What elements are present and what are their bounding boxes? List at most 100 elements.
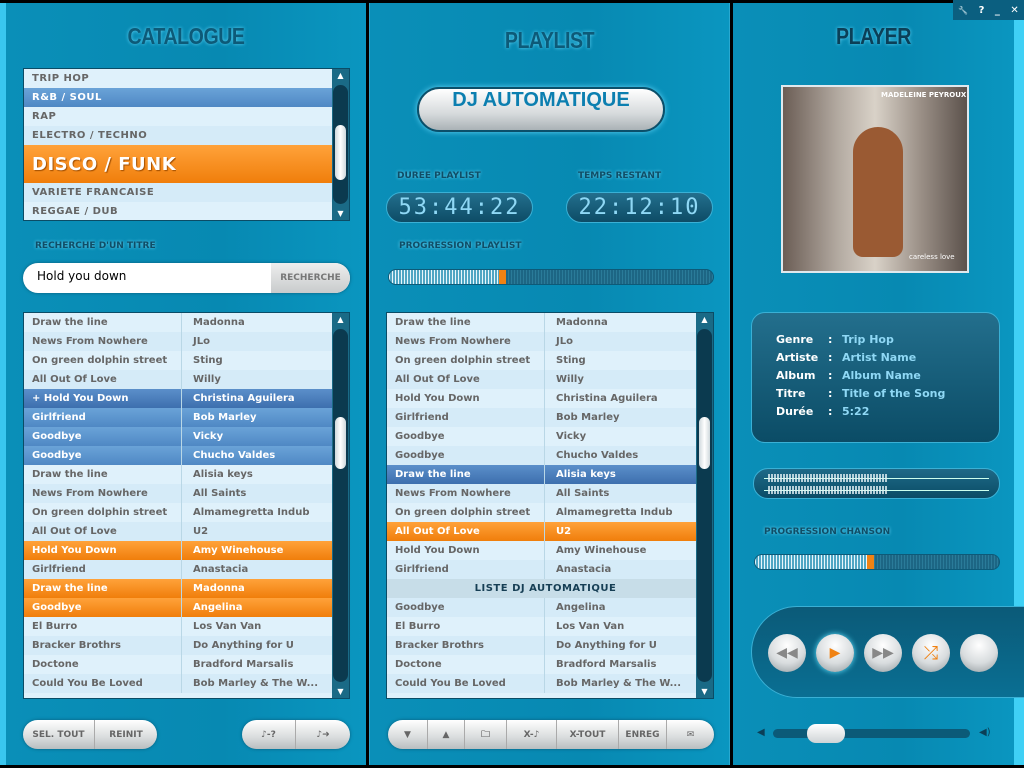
table-row[interactable]: News From Nowhere JLo: [387, 332, 696, 351]
track-artist: Bradford Marsalis: [556, 659, 657, 670]
genre-item[interactable]: DISCO / FUNK: [24, 145, 334, 183]
table-row[interactable]: On green dolphin street Sting: [387, 351, 696, 370]
remove-track-button[interactable]: X-♪: [507, 720, 557, 749]
table-row[interactable]: Doctone Bradford Marsalis: [24, 655, 332, 674]
song-progress-marker[interactable]: [867, 555, 875, 569]
rewind-button[interactable]: ◀◀: [768, 634, 806, 672]
genre-item[interactable]: TRIP HOP: [24, 69, 334, 88]
shuffle-button[interactable]: ⤮: [912, 634, 950, 672]
reset-button[interactable]: REINIT: [95, 720, 157, 749]
genre-item[interactable]: VARIETE FRANCAISE: [24, 183, 334, 202]
playlist-title: PLAYLIST: [504, 27, 595, 53]
table-row[interactable]: Draw the line Madonna: [387, 313, 696, 332]
catalogue-scrollbar[interactable]: ▲ ▼: [332, 313, 349, 698]
remaining-label: TEMPS RESTANT: [578, 171, 662, 181]
track-title: Draw the line: [24, 579, 182, 598]
save-button[interactable]: ENREG: [619, 720, 667, 749]
table-row[interactable]: El Burro Los Van Van: [24, 617, 332, 636]
genre-list[interactable]: TRIP HOP R&B / SOUL RAP ELECTRO / TECHNO DIS…: [23, 68, 350, 221]
table-row[interactable]: Goodbye Angelina: [387, 598, 696, 617]
table-row[interactable]: Girlfriend Bob Marley: [24, 408, 332, 427]
track-title: All Out Of Love: [387, 522, 545, 541]
table-row[interactable]: Could You Be Loved Bob Marley & The W...: [387, 674, 696, 693]
table-row[interactable]: News From Nowhere All Saints: [387, 484, 696, 503]
table-row[interactable]: Goodbye Chucho Valdes: [24, 446, 332, 465]
playlist-scrollbar[interactable]: ▲ ▼: [696, 313, 713, 698]
table-row[interactable]: Hold You Down Amy Winehouse: [24, 541, 332, 560]
table-row[interactable]: Hold You Down Amy Winehouse: [387, 541, 696, 560]
table-row[interactable]: All Out Of Love Willy: [387, 370, 696, 389]
search-button[interactable]: RECHERCHE: [271, 263, 350, 293]
open-folder-button[interactable]: 🗀: [465, 720, 507, 749]
table-row[interactable]: Draw the line Alisia keys: [387, 465, 696, 484]
volume-slider[interactable]: [773, 724, 970, 743]
playlist-track-list[interactable]: Draw the line Madonna News From Nowhere JLo…: [386, 312, 714, 699]
genre-item[interactable]: R&B / SOUL: [24, 88, 334, 107]
table-row[interactable]: On green dolphin street Sting: [24, 351, 332, 370]
close-button[interactable]: ✕: [1010, 5, 1018, 16]
table-row[interactable]: Draw the line Madonna: [24, 579, 332, 598]
forward-button[interactable]: ▶▶: [864, 634, 902, 672]
track-artist: Amy Winehouse: [193, 545, 284, 556]
info-label: Durée: [776, 405, 814, 418]
note-query-button[interactable]: ♪-?: [242, 720, 296, 749]
extra-button[interactable]: [960, 634, 998, 672]
move-up-button[interactable]: ▲: [428, 720, 465, 749]
player-title: PLAYER: [836, 23, 911, 49]
minimize-button[interactable]: _: [995, 5, 1000, 16]
dj-automatique-button[interactable]: DJ AUTOMATIQUE: [417, 87, 665, 132]
table-row[interactable]: + Hold You Down Christina Aguilera: [24, 389, 332, 408]
genre-scrollbar[interactable]: ▲ ▼: [332, 69, 349, 220]
table-row[interactable]: Girlfriend Anastacia: [387, 560, 696, 579]
track-title: News From Nowhere: [24, 484, 182, 503]
table-row[interactable]: All Out Of Love U2: [24, 522, 332, 541]
track-title: All Out Of Love: [24, 370, 182, 389]
move-down-button[interactable]: ▼: [388, 720, 428, 749]
catalogue-track-list[interactable]: Draw the line Madonna News From Nowhere JLo…: [23, 312, 350, 699]
table-row[interactable]: Goodbye Angelina: [24, 598, 332, 617]
table-row[interactable]: Hold You Down Christina Aguilera: [387, 389, 696, 408]
remove-all-button[interactable]: X-TOUT: [557, 720, 619, 749]
track-artist: All Saints: [193, 488, 247, 499]
progress-marker[interactable]: [499, 270, 507, 284]
mail-button[interactable]: ✉: [667, 720, 714, 749]
table-row[interactable]: El Burro Los Van Van: [387, 617, 696, 636]
track-title: Girlfriend: [387, 408, 545, 427]
table-row[interactable]: Girlfriend Bob Marley: [387, 408, 696, 427]
genre-item[interactable]: REGGAE / DUB: [24, 202, 334, 220]
table-row[interactable]: Goodbye Vicky: [387, 427, 696, 446]
select-all-button[interactable]: SEL. TOUT: [23, 720, 95, 749]
table-row[interactable]: All Out Of Love Willy: [24, 370, 332, 389]
table-row[interactable]: News From Nowhere All Saints: [24, 484, 332, 503]
table-row[interactable]: Bracker Brothrs Do Anything for U: [24, 636, 332, 655]
table-row[interactable]: On green dolphin street Almamegretta Indu…: [24, 503, 332, 522]
search-input[interactable]: [37, 269, 267, 283]
table-row[interactable]: Goodbye Chucho Valdes: [387, 446, 696, 465]
info-colon: :: [828, 351, 833, 364]
table-row[interactable]: Draw the line Alisia keys: [24, 465, 332, 484]
genre-item[interactable]: ELECTRO / TECHNO: [24, 126, 334, 145]
help-button[interactable]: ?: [979, 5, 985, 16]
track-title: Doctone: [24, 655, 182, 674]
table-row[interactable]: All Out Of Love U2: [387, 522, 696, 541]
settings-icon[interactable]: 🔧: [958, 6, 968, 15]
track-artist: JLo: [193, 336, 210, 347]
table-row[interactable]: Draw the line Madonna: [24, 313, 332, 332]
table-row[interactable]: News From Nowhere JLo: [24, 332, 332, 351]
volume-thumb[interactable]: [807, 724, 846, 743]
table-row[interactable]: Girlfriend Anastacia: [24, 560, 332, 579]
table-row[interactable]: Could You Be Loved Bob Marley & The W...: [24, 674, 332, 693]
table-row[interactable]: Bracker Brothrs Do Anything for U: [387, 636, 696, 655]
remaining-display: 22:12:10: [566, 192, 713, 223]
track-artist: Willy: [556, 374, 584, 385]
song-progress-bar: [754, 554, 1000, 570]
track-info-box: Genre: Trip Hop Artiste: Artist Name Album: A…: [751, 312, 1000, 443]
play-button[interactable]: ▶: [816, 634, 854, 672]
genre-item[interactable]: RAP: [24, 107, 334, 126]
table-row[interactable]: Doctone Bradford Marsalis: [387, 655, 696, 674]
add-to-playlist-button[interactable]: ♪➜: [296, 720, 350, 749]
table-row[interactable]: On green dolphin street Almamegretta Indu…: [387, 503, 696, 522]
track-title: Bracker Brothrs: [24, 636, 182, 655]
table-row[interactable]: Goodbye Vicky: [24, 427, 332, 446]
track-title: Goodbye: [24, 598, 182, 617]
